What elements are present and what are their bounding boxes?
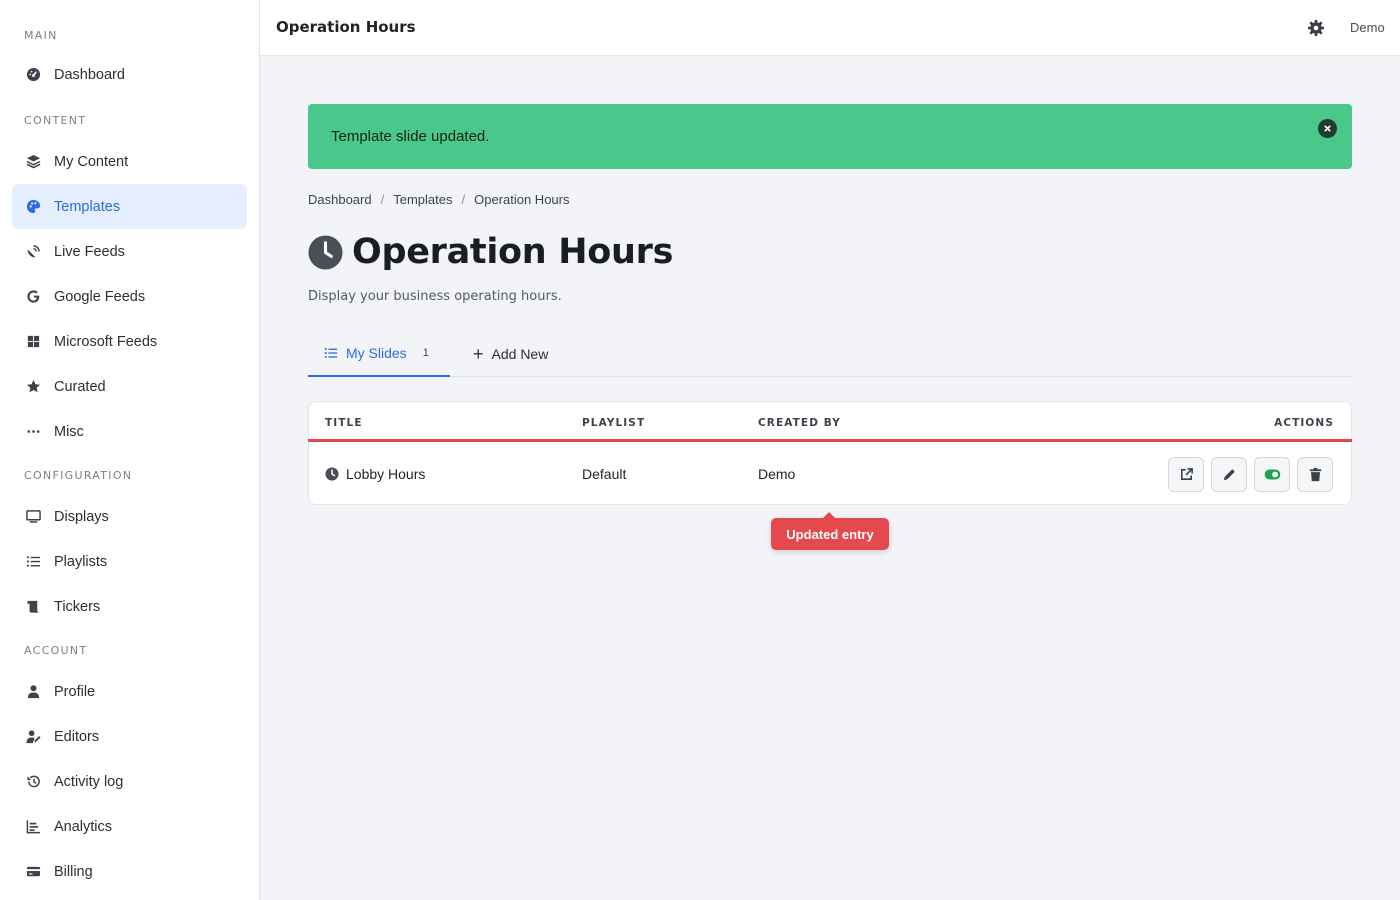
- scroll-icon: [25, 599, 41, 615]
- sidebar-item-label: Profile: [54, 683, 96, 700]
- sidebar-item-label: Dashboard: [54, 66, 125, 83]
- column-header-title: TITLE: [325, 417, 363, 429]
- sidebar-item-label: Playlists: [54, 553, 108, 570]
- plus-icon: +: [473, 343, 484, 364]
- delete-button[interactable]: [1297, 457, 1333, 492]
- sidebar-item-microsoft-feeds[interactable]: Microsoft Feeds: [12, 319, 247, 364]
- sidebar-item-billing[interactable]: Billing: [12, 849, 247, 894]
- updated-entry-tooltip: Updated entry: [771, 512, 889, 550]
- list-icon: [324, 346, 338, 360]
- sidebar-item-label: Displays: [54, 508, 109, 525]
- sidebar-item-label: Microsoft Feeds: [54, 333, 158, 350]
- page-title: Operation Hours: [352, 232, 674, 272]
- cell-title[interactable]: Lobby Hours: [325, 466, 425, 482]
- breadcrumb: Dashboard / Templates / Operation Hours: [308, 192, 570, 207]
- google-icon: [25, 289, 41, 305]
- column-header-playlist: PLAYLIST: [582, 417, 646, 429]
- sidebar-item-google-feeds[interactable]: Google Feeds: [12, 274, 247, 319]
- page-header: Operation Hours: [308, 232, 673, 272]
- user-icon: [25, 684, 41, 700]
- slides-table: TITLE PLAYLIST CREATED BY ACTIONS Lobby …: [308, 401, 1352, 505]
- sidebar-item-analytics[interactable]: Analytics: [12, 804, 247, 849]
- table-row: Lobby Hours Default Demo: [309, 442, 1351, 504]
- tab-label: My Slides: [346, 344, 407, 361]
- list-icon: [25, 554, 41, 570]
- sidebar-item-displays[interactable]: Displays: [12, 494, 247, 539]
- breadcrumb-templates[interactable]: Templates: [393, 192, 452, 207]
- sidebar-item-label: Editors: [54, 728, 100, 745]
- open-button[interactable]: [1168, 457, 1204, 492]
- tab-my-slides[interactable]: My Slides 1: [308, 330, 450, 377]
- section-label-account: ACCOUNT: [24, 644, 88, 657]
- breadcrumb-dashboard[interactable]: Dashboard: [308, 192, 372, 207]
- toggle-on-icon: [1264, 469, 1281, 480]
- sidebar-item-profile[interactable]: Profile: [12, 669, 247, 714]
- external-link-icon: [1179, 467, 1194, 482]
- clock-icon: [325, 467, 339, 481]
- topbar-title: Operation Hours: [276, 18, 416, 36]
- sidebar-item-templates[interactable]: Templates: [12, 184, 247, 229]
- sidebar-item-curated[interactable]: Curated: [12, 364, 247, 409]
- windows-icon: [25, 334, 41, 350]
- edit-button[interactable]: [1211, 457, 1247, 492]
- sidebar-item-editors[interactable]: Editors: [12, 714, 247, 759]
- top-bar: Operation Hours Demo: [260, 0, 1400, 56]
- column-header-actions: ACTIONS: [1274, 417, 1334, 429]
- close-icon[interactable]: [1318, 119, 1337, 138]
- sidebar-item-label: My Content: [54, 153, 129, 170]
- palette-icon: [25, 199, 41, 215]
- tab-label: Add New: [491, 345, 549, 362]
- sidebar-item-activity-log[interactable]: Activity log: [12, 759, 247, 804]
- breadcrumb-current: Operation Hours: [474, 192, 570, 207]
- count-badge: 1: [422, 346, 429, 359]
- sidebar-item-label: Tickers: [54, 598, 101, 615]
- sidebar-item-label: Curated: [54, 378, 106, 395]
- monitor-icon: [25, 509, 41, 525]
- sidebar-item-live-feeds[interactable]: Live Feeds: [12, 229, 247, 274]
- section-label-content: CONTENT: [24, 114, 87, 127]
- toggle-enabled-button[interactable]: [1254, 457, 1290, 492]
- tab-add-new[interactable]: + Add New: [473, 330, 548, 377]
- sidebar-item-label: Live Feeds: [54, 243, 125, 260]
- sidebar-item-label: Billing: [54, 863, 93, 880]
- alert-message: Template slide updated.: [331, 128, 490, 145]
- sidebar-item-my-content[interactable]: My Content: [12, 139, 247, 184]
- sidebar-item-label: Templates: [54, 198, 121, 215]
- breadcrumb-separator: /: [461, 192, 466, 207]
- trash-icon: [1308, 467, 1323, 482]
- column-header-created-by: CREATED BY: [758, 417, 842, 429]
- history-icon: [25, 774, 41, 790]
- gear-icon[interactable]: [1306, 18, 1326, 38]
- user-pen-icon: [25, 729, 41, 745]
- slide-title: Lobby Hours: [346, 466, 426, 482]
- sidebar-item-label: Misc: [54, 423, 84, 440]
- star-icon: [25, 379, 41, 395]
- satellite-dish-icon: [25, 244, 41, 260]
- sidebar-item-playlists[interactable]: Playlists: [12, 539, 247, 584]
- ellipsis-icon: [25, 424, 41, 440]
- success-alert: Template slide updated.: [308, 104, 1352, 169]
- breadcrumb-separator: /: [380, 192, 385, 207]
- sidebar-item-label: Activity log: [54, 773, 124, 790]
- clock-icon: [308, 234, 343, 270]
- section-label-main: MAIN: [24, 29, 58, 42]
- sidebar: MAIN Dashboard CONTENT My Content Templa…: [0, 0, 260, 900]
- credit-card-icon: [25, 864, 41, 880]
- tabs: My Slides 1 + Add New: [308, 330, 1352, 377]
- gauge-icon: [25, 67, 41, 83]
- sidebar-item-dashboard[interactable]: Dashboard: [12, 52, 247, 97]
- page-subtitle: Display your business operating hours.: [308, 289, 562, 304]
- user-menu[interactable]: Demo: [1350, 20, 1385, 35]
- pencil-icon: [1222, 467, 1237, 482]
- sidebar-item-label: Google Feeds: [54, 288, 146, 305]
- chart-bar-icon: [25, 819, 41, 835]
- cell-playlist: Default: [582, 466, 627, 482]
- sidebar-item-misc[interactable]: Misc: [12, 409, 247, 454]
- sidebar-item-tickers[interactable]: Tickers: [12, 584, 247, 629]
- layers-icon: [25, 154, 41, 170]
- section-label-configuration: CONFIGURATION: [24, 469, 133, 482]
- sidebar-item-label: Analytics: [54, 818, 113, 835]
- cell-created-by: Demo: [758, 466, 796, 482]
